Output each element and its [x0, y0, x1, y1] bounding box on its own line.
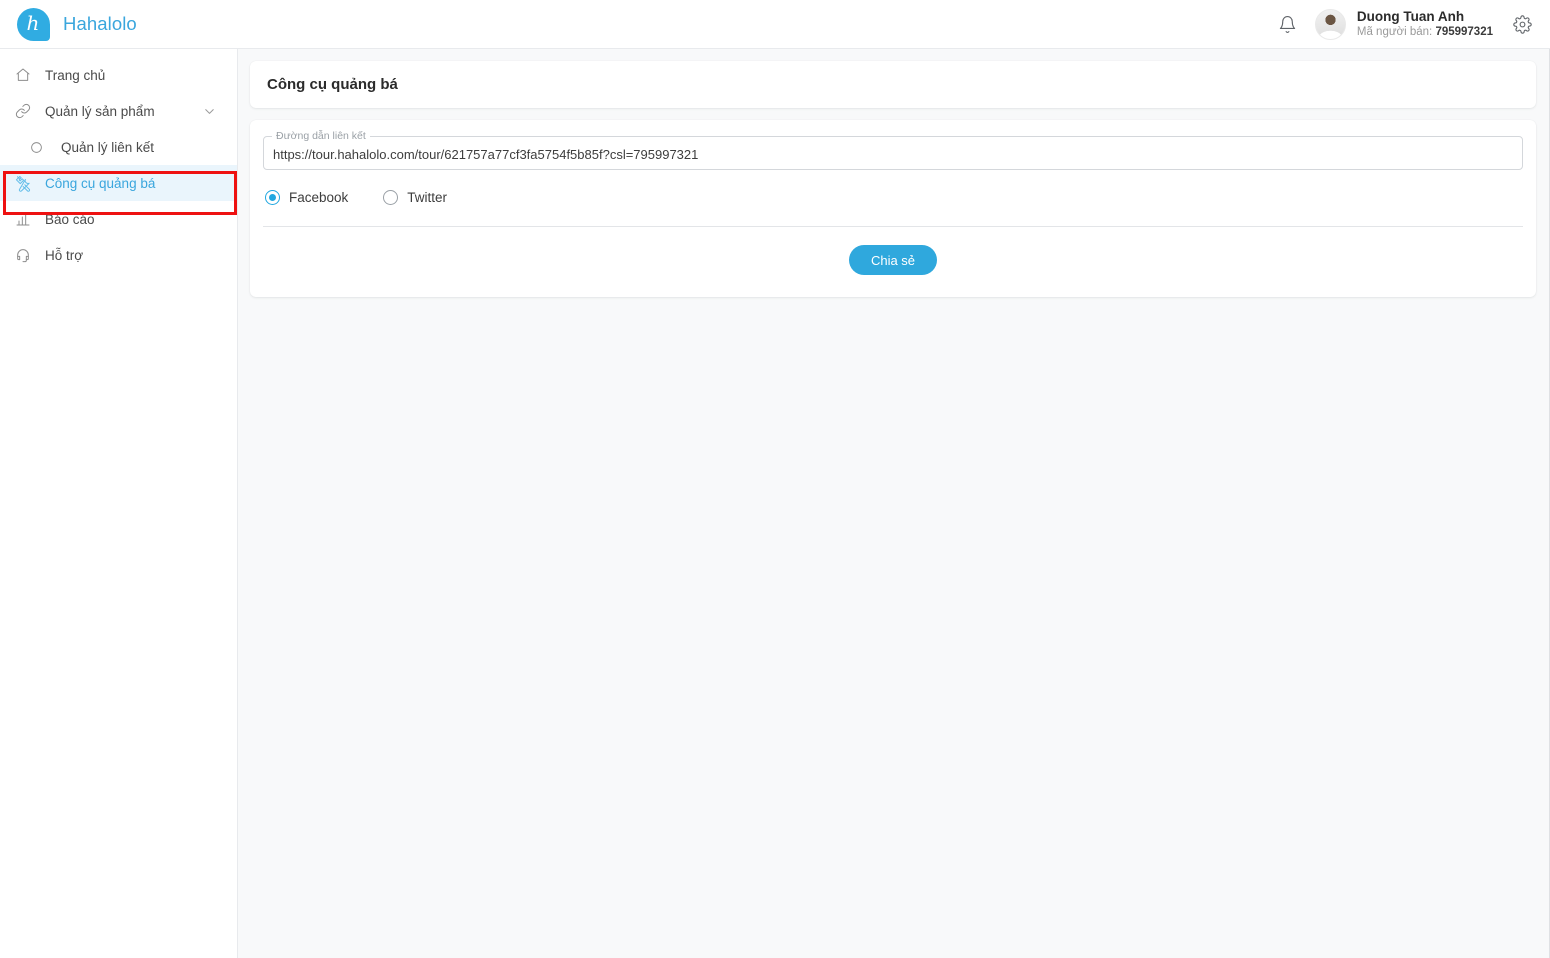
notification-bell-icon: [1278, 15, 1297, 34]
chevron-down-icon[interactable]: [202, 104, 217, 119]
app-header: h Hahalolo Duong Tuan Anh Mã người bán: …: [0, 0, 1550, 49]
sidebar-item-trang-chu[interactable]: Trang chủ: [0, 57, 237, 93]
bar-chart-icon: [12, 209, 34, 229]
brand-name: Hahalolo: [63, 13, 137, 34]
card-action-row: Chia sẻ: [263, 245, 1523, 275]
sidebar-item-quan-ly-san-pham[interactable]: Quản lý sản phẩm: [0, 93, 237, 129]
link-url-field[interactable]: Đường dẫn liên kết https://tour.hahalolo…: [263, 130, 1523, 171]
radio-option-label: Twitter: [407, 190, 448, 205]
radio-facebook-icon: [265, 190, 280, 205]
card-divider: [263, 226, 1523, 227]
sidebar-item-ho-tro[interactable]: Hỗ trợ: [0, 237, 237, 273]
sidebar-item-bao-cao[interactable]: Báo cáo: [0, 201, 237, 237]
promotion-tool-card: Đường dẫn liên kết https://tour.hahalolo…: [250, 120, 1536, 297]
brand-logo[interactable]: h Hahalolo: [17, 7, 137, 41]
crossed-tools-icon: [12, 173, 34, 193]
circle-bullet-icon: [25, 137, 47, 157]
sidebar-item-quan-ly-lien-ket[interactable]: Quản lý liên kết: [0, 129, 237, 165]
link-url-input[interactable]: https://tour.hahalolo.com/tour/621757a77…: [273, 137, 698, 171]
radio-option-twitter[interactable]: Twitter: [383, 190, 447, 205]
link-chain-icon: [12, 101, 34, 121]
share-target-radio-group: Facebook Twitter: [263, 190, 1523, 205]
share-button[interactable]: Chia sẻ: [848, 245, 938, 275]
avatar[interactable]: [1314, 8, 1346, 40]
page-title: Công cụ quảng bá: [267, 76, 398, 93]
page-title-card: Công cụ quảng bá: [250, 61, 1536, 108]
seller-id-value: 795997321: [1435, 25, 1493, 38]
radio-option-facebook[interactable]: Facebook: [265, 190, 348, 205]
hahalolo-logo-icon: h: [17, 7, 50, 41]
seller-id-label: Mã người bán:: [1356, 25, 1433, 38]
sidebar-item-label: Công cụ quảng bá: [45, 175, 156, 191]
settings-gear-button[interactable]: [1507, 9, 1537, 39]
home-icon: [12, 65, 34, 85]
header-right-cluster: Duong Tuan Anh Mã người bán: 795997321: [1273, 8, 1537, 40]
sidebar-item-label: Quản lý liên kết: [61, 139, 155, 155]
radio-twitter-icon: [383, 190, 399, 205]
sidebar-item-label: Báo cáo: [45, 211, 95, 227]
sidebar-item-label: Trang chủ: [45, 67, 106, 83]
main-content: Công cụ quảng bá Đường dẫn liên kết http…: [238, 49, 1550, 958]
notification-bell-button[interactable]: [1273, 9, 1303, 39]
seller-id-row: Mã người bán: 795997321: [1357, 25, 1493, 40]
sidebar-item-cong-cu-quang-ba[interactable]: Công cụ quảng bá: [0, 165, 237, 201]
logo-letter: h: [26, 11, 40, 35]
sidebar-nav: Trang chủ Quản lý sản phẩm Quản lý liên …: [0, 49, 238, 958]
sidebar-item-label: Quản lý sản phẩm: [45, 103, 155, 119]
settings-gear-icon: [1512, 14, 1532, 34]
user-name: Duong Tuan Anh: [1356, 8, 1465, 24]
user-info[interactable]: Duong Tuan Anh Mã người bán: 795997321: [1357, 9, 1493, 40]
headset-icon: [12, 245, 34, 265]
sidebar-item-label: Hỗ trợ: [45, 247, 84, 263]
radio-option-label: Facebook: [289, 190, 349, 205]
